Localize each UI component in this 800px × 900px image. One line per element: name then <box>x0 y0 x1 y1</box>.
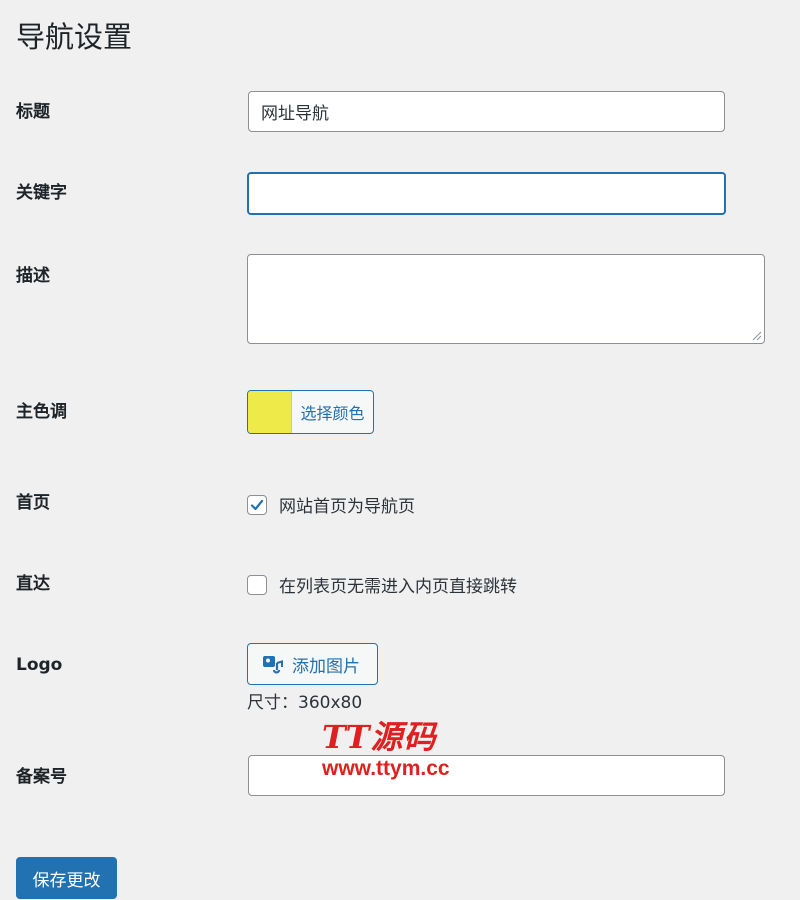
select-color-label: 选择颜色 <box>300 404 365 423</box>
save-changes-button[interactable]: 保存更改 <box>16 857 117 899</box>
home-checkbox[interactable] <box>247 494 267 515</box>
page-title: 导航设置 <box>16 20 133 54</box>
icp-input[interactable] <box>248 755 725 796</box>
direct-checkbox[interactable] <box>247 574 267 595</box>
description-textarea[interactable] <box>247 254 765 344</box>
add-image-label: 添加图片 <box>292 656 360 677</box>
direct-checkbox-label: 在列表页无需进入内页直接跳转 <box>279 577 517 597</box>
add-image-icon <box>263 656 283 674</box>
checkmark-icon <box>250 499 264 510</box>
select-color-button[interactable]: 选择颜色 <box>247 390 374 434</box>
keywords-label: 关键字 <box>16 183 67 203</box>
direct-label: 直达 <box>16 574 50 594</box>
home-checkbox-label: 网站首页为导航页 <box>279 497 415 517</box>
color-swatch <box>248 391 292 433</box>
watermark-brand: TT源码 <box>322 718 437 756</box>
logo-size-note: 尺寸：360x80 <box>247 693 363 713</box>
home-checkbox-row[interactable]: 网站首页为导航页 <box>247 492 415 517</box>
watermark-url: www.ttym.cc <box>322 757 450 780</box>
home-label: 首页 <box>16 493 50 513</box>
description-label: 描述 <box>16 266 50 286</box>
watermark: TT源码 www.ttym.cc <box>322 718 450 782</box>
direct-checkbox-row[interactable]: 在列表页无需进入内页直接跳转 <box>247 572 517 597</box>
resize-handle-icon[interactable] <box>752 331 762 341</box>
icp-label: 备案号 <box>16 767 67 787</box>
add-image-button[interactable]: 添加图片 <box>247 643 378 685</box>
theme-color-label: 主色调 <box>16 402 67 422</box>
keywords-input[interactable] <box>247 172 726 215</box>
title-input[interactable] <box>248 91 725 132</box>
title-label: 标题 <box>16 102 50 122</box>
logo-label: Logo <box>16 655 63 675</box>
